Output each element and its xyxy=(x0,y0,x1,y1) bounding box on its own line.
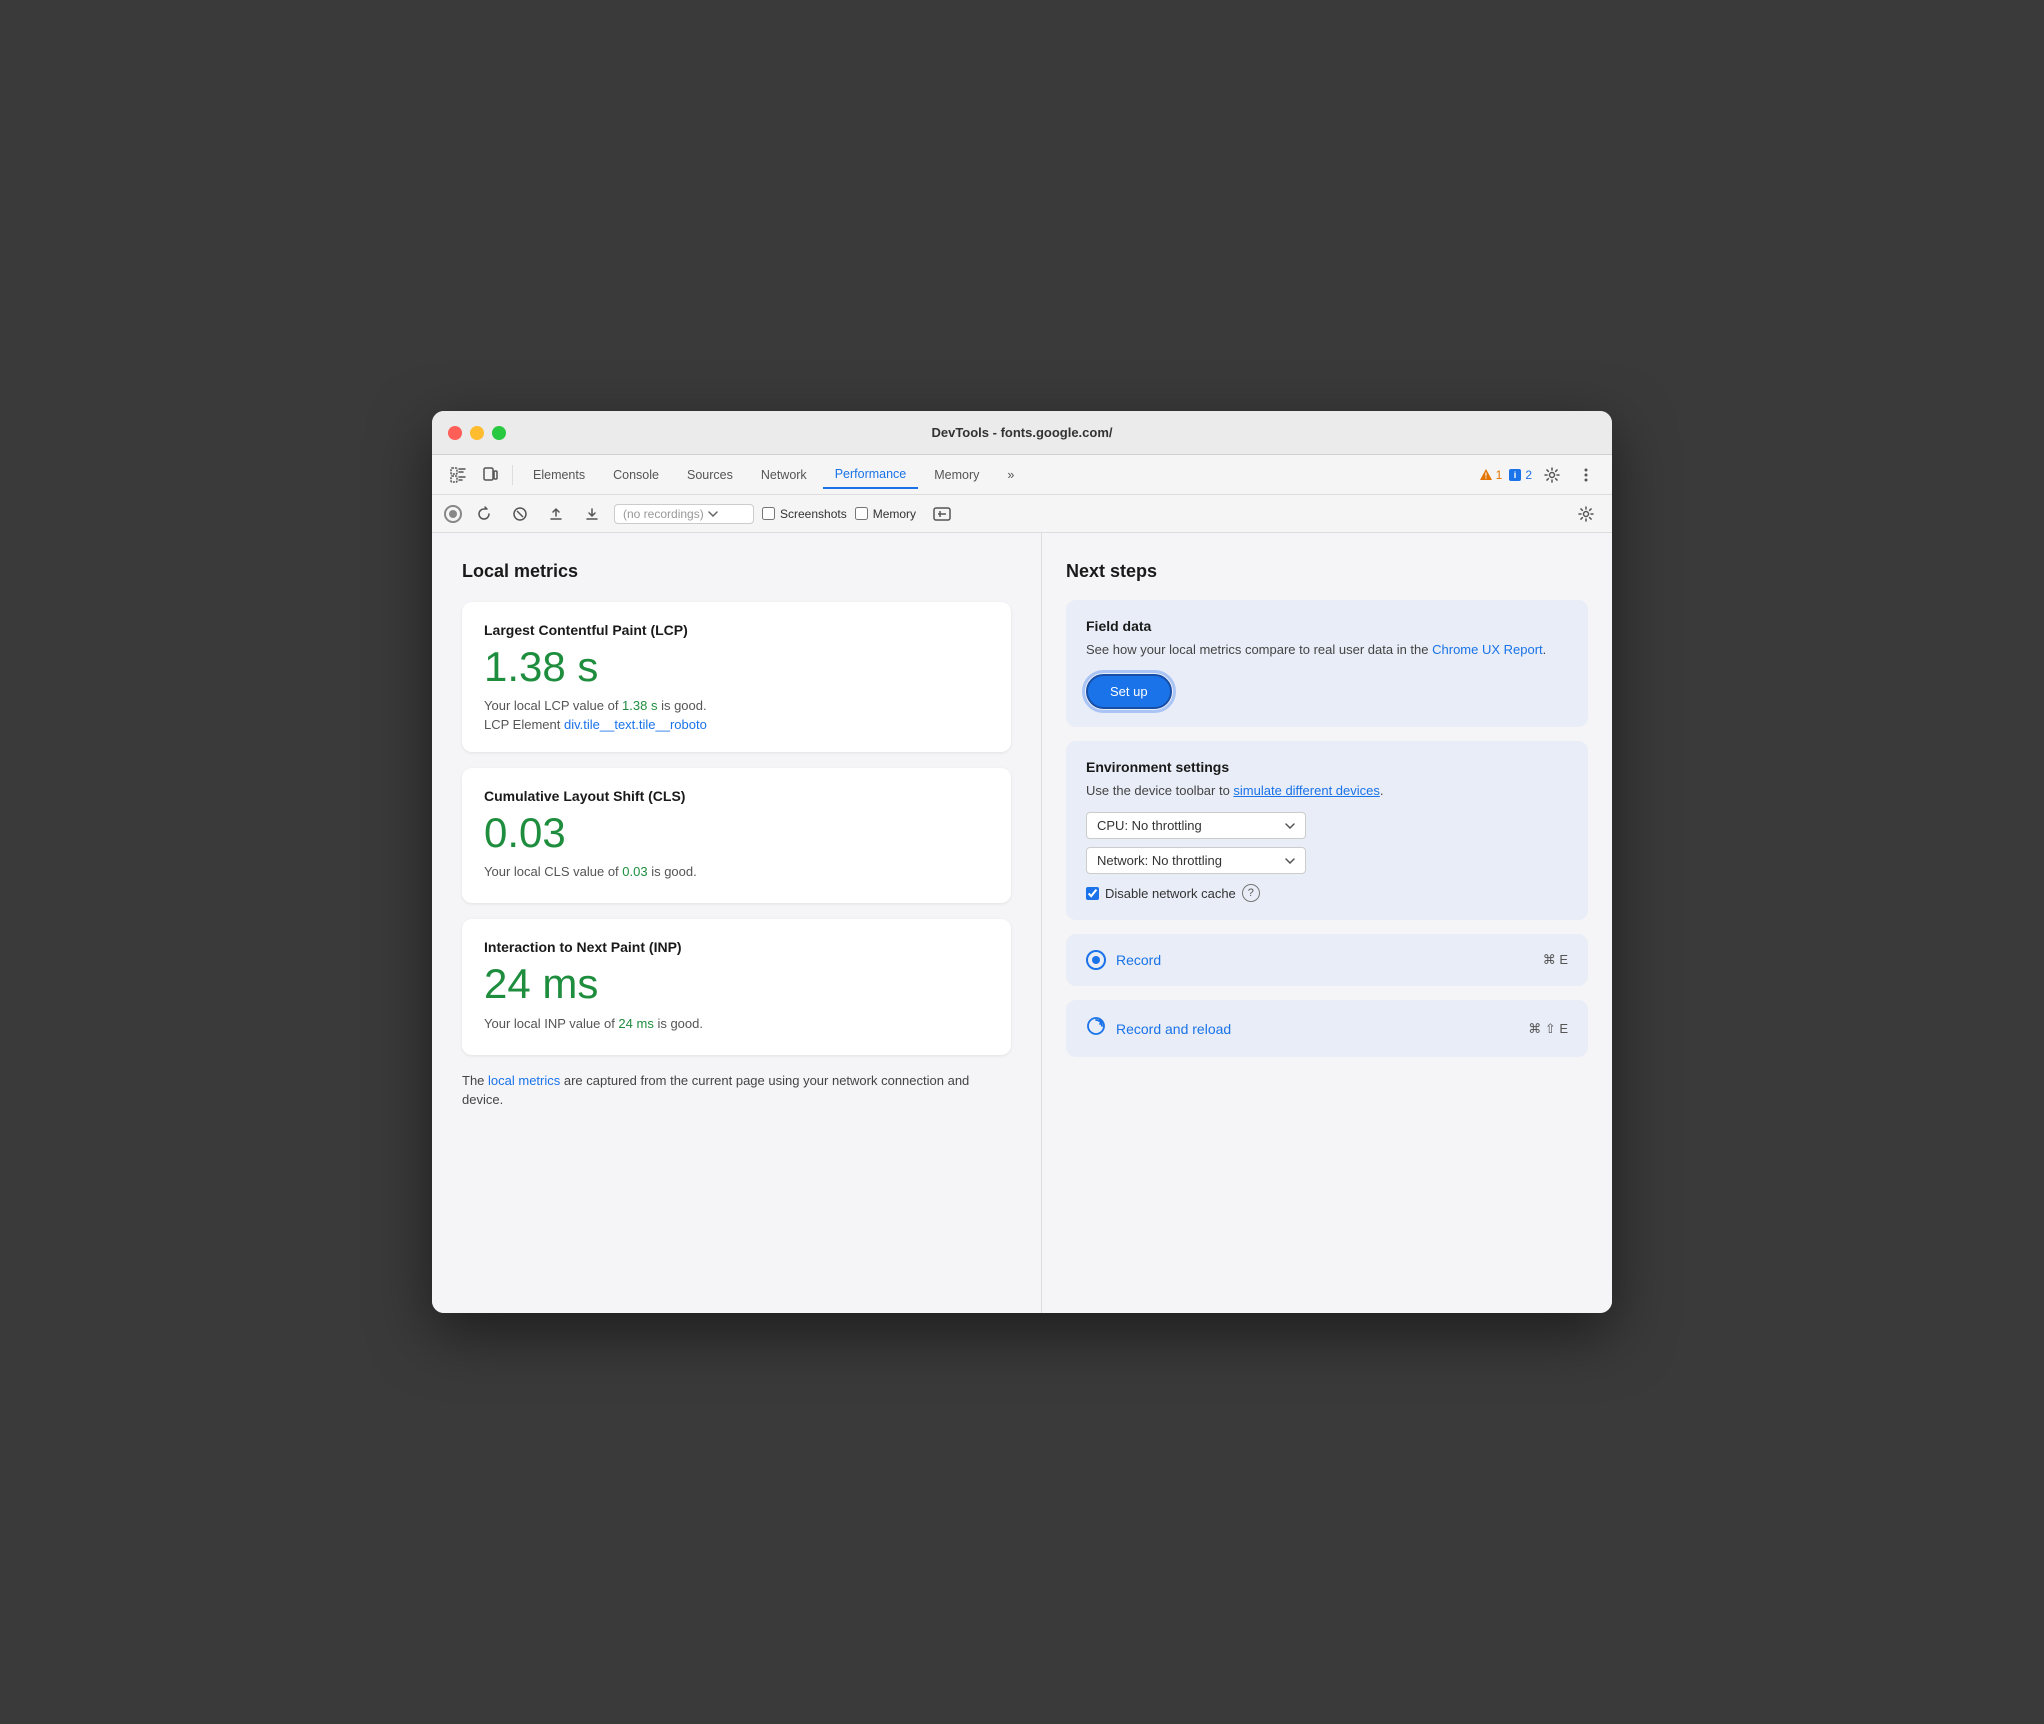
footer-note: The local metrics are captured from the … xyxy=(462,1071,1011,1110)
env-title: Environment settings xyxy=(1086,759,1568,775)
traffic-lights xyxy=(448,426,506,440)
cpu-select[interactable]: CPU: No throttling xyxy=(1086,812,1306,839)
cls-desc: Your local CLS value of 0.03 is good. xyxy=(484,864,989,879)
cls-value: 0.03 xyxy=(484,810,989,856)
memory-checkbox-label[interactable]: Memory xyxy=(855,507,916,521)
simulate-devices-link[interactable]: simulate different devices xyxy=(1233,783,1379,798)
window-title: DevTools - fonts.google.com/ xyxy=(931,425,1112,440)
cls-name: Cumulative Layout Shift (CLS) xyxy=(484,788,989,804)
tab-network[interactable]: Network xyxy=(749,462,819,488)
toolbar-separator xyxy=(512,465,513,485)
tab-console[interactable]: Console xyxy=(601,462,671,488)
devtools-window: DevTools - fonts.google.com/ Elements Co… xyxy=(432,411,1612,1313)
left-panel: Local metrics Largest Contentful Paint (… xyxy=(432,533,1042,1313)
lcp-element-link[interactable]: div.tile__text.tile__roboto xyxy=(564,717,707,732)
network-select[interactable]: Network: No throttling xyxy=(1086,847,1306,874)
maximize-button[interactable] xyxy=(492,426,506,440)
tab-elements[interactable]: Elements xyxy=(521,462,597,488)
next-steps-title: Next steps xyxy=(1066,561,1588,582)
refresh-icon[interactable] xyxy=(470,500,498,528)
inspect-element-icon[interactable] xyxy=(444,461,472,489)
inp-card: Interaction to Next Paint (INP) 24 ms Yo… xyxy=(462,919,1011,1054)
local-metrics-title: Local metrics xyxy=(462,561,1011,582)
record-action-left: Record xyxy=(1086,950,1161,970)
more-options-icon[interactable] xyxy=(1572,461,1600,489)
record-dot xyxy=(449,510,457,518)
device-toolbar-icon[interactable] xyxy=(476,461,504,489)
help-icon[interactable]: ? xyxy=(1242,884,1260,902)
right-panel: Next steps Field data See how your local… xyxy=(1042,533,1612,1313)
lcp-card: Largest Contentful Paint (LCP) 1.38 s Yo… xyxy=(462,602,1011,752)
memory-checkbox[interactable] xyxy=(855,507,868,520)
lcp-desc: Your local LCP value of 1.38 s is good. xyxy=(484,698,989,713)
recordings-select[interactable]: (no recordings) xyxy=(614,504,754,524)
titlebar: DevTools - fonts.google.com/ xyxy=(432,411,1612,455)
toolbar2-settings-icon[interactable] xyxy=(1572,500,1600,528)
inp-desc: Your local INP value of 24 ms is good. xyxy=(484,1016,989,1031)
field-data-desc: See how your local metrics compare to re… xyxy=(1086,640,1568,660)
record-label: Record xyxy=(1116,952,1161,968)
record-inner-dot xyxy=(1092,956,1100,964)
download-icon[interactable] xyxy=(578,500,606,528)
screenshots-checkbox-label[interactable]: Screenshots xyxy=(762,507,847,521)
record-reload-label: Record and reload xyxy=(1116,1021,1231,1037)
main-content: Local metrics Largest Contentful Paint (… xyxy=(432,533,1612,1313)
env-desc: Use the device toolbar to simulate diffe… xyxy=(1086,781,1568,801)
info-badge[interactable]: i 2 xyxy=(1508,468,1532,482)
chrome-ux-report-link[interactable]: Chrome UX Report xyxy=(1432,642,1543,657)
toolbar-right: ! 1 i 2 xyxy=(1479,461,1600,489)
record-reload-action-left: Record and reload xyxy=(1086,1016,1231,1041)
settings-icon[interactable] xyxy=(1538,461,1566,489)
capture-settings-icon[interactable] xyxy=(928,500,956,528)
inp-name: Interaction to Next Paint (INP) xyxy=(484,939,989,955)
upload-icon[interactable] xyxy=(542,500,570,528)
warning-badge[interactable]: ! 1 xyxy=(1479,468,1503,482)
tab-performance[interactable]: Performance xyxy=(823,461,919,489)
lcp-name: Largest Contentful Paint (LCP) xyxy=(484,622,989,638)
field-data-card: Field data See how your local metrics co… xyxy=(1066,600,1588,727)
tab-memory[interactable]: Memory xyxy=(922,462,991,488)
field-data-title: Field data xyxy=(1086,618,1568,634)
local-metrics-link[interactable]: local metrics xyxy=(488,1073,560,1088)
minimize-button[interactable] xyxy=(470,426,484,440)
svg-text:!: ! xyxy=(1484,471,1487,480)
lcp-element: LCP Element div.tile__text.tile__roboto xyxy=(484,717,989,732)
secondary-toolbar: (no recordings) Screenshots Memory xyxy=(432,495,1612,533)
record-reload-shortcut: ⌘ ⇧ E xyxy=(1528,1021,1568,1037)
svg-text:i: i xyxy=(1514,470,1517,480)
record-button[interactable] xyxy=(444,505,462,523)
record-circle-icon xyxy=(1086,950,1106,970)
lcp-value: 1.38 s xyxy=(484,644,989,690)
disable-cache-row: Disable network cache ? xyxy=(1086,884,1568,902)
reload-circle-icon xyxy=(1086,1016,1106,1041)
cls-card: Cumulative Layout Shift (CLS) 0.03 Your … xyxy=(462,768,1011,903)
inp-value: 24 ms xyxy=(484,961,989,1007)
environment-settings-card: Environment settings Use the device tool… xyxy=(1066,741,1588,921)
main-toolbar: Elements Console Sources Network Perform… xyxy=(432,455,1612,495)
tab-sources[interactable]: Sources xyxy=(675,462,745,488)
record-action-card[interactable]: Record ⌘ E xyxy=(1066,934,1588,986)
setup-button[interactable]: Set up xyxy=(1086,674,1172,709)
close-button[interactable] xyxy=(448,426,462,440)
disable-cache-checkbox[interactable] xyxy=(1086,887,1099,900)
screenshots-checkbox[interactable] xyxy=(762,507,775,520)
record-shortcut: ⌘ E xyxy=(1543,952,1568,968)
clear-icon[interactable] xyxy=(506,500,534,528)
more-tabs-button[interactable]: » xyxy=(995,462,1026,488)
record-reload-action-card[interactable]: Record and reload ⌘ ⇧ E xyxy=(1066,1000,1588,1057)
